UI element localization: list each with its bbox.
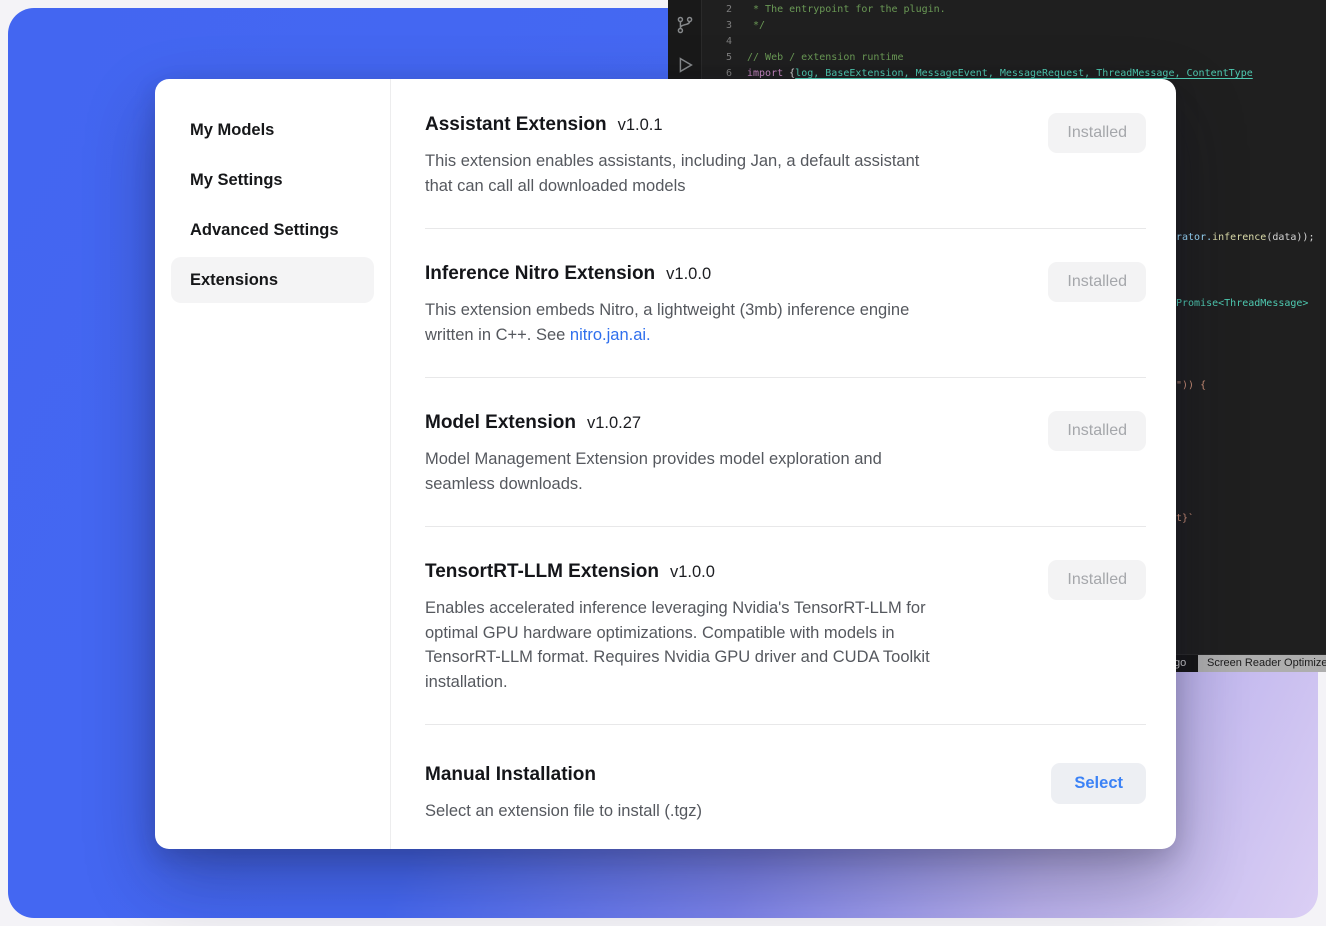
code-fragment: Promise<ThreadMessage> [1176, 296, 1308, 312]
extension-version: v1.0.0 [666, 260, 711, 288]
line-number: 4 [702, 34, 732, 50]
code-line: 2 * The entrypoint for the plugin. [702, 2, 1326, 18]
extensions-list: Assistant Extension v1.0.1 This extension… [391, 79, 1176, 849]
extension-title: Assistant Extension v1.0.1 [425, 111, 919, 139]
extension-description: Select an extension file to install (.tg… [425, 799, 702, 824]
code-fragment: ")) { [1176, 378, 1206, 394]
extension-section-assistant: Assistant Extension v1.0.1 This extension… [425, 79, 1146, 229]
extension-description: This extension enables assistants, inclu… [425, 149, 919, 198]
code-line: 5 // Web / extension runtime [702, 50, 1326, 66]
code-area: 2 * The entrypoint for the plugin. 3 */ … [702, 2, 1326, 82]
settings-modal: My Models My Settings Advanced Settings … [155, 79, 1176, 849]
extension-name: Inference Nitro Extension [425, 260, 655, 288]
extension-name: Assistant Extension [425, 111, 607, 139]
installed-button[interactable]: Installed [1048, 113, 1146, 153]
extension-title: Manual Installation [425, 761, 702, 789]
run-debug-icon[interactable] [674, 54, 696, 76]
nitro-jan-ai-link[interactable]: nitro.jan.ai. [570, 326, 651, 344]
installed-button[interactable]: Installed [1048, 411, 1146, 451]
extension-description: Enables accelerated inference leveraging… [425, 596, 930, 694]
code-text: */ [747, 18, 765, 34]
extension-title: Model Extension v1.0.27 [425, 409, 882, 437]
sidebar-item-extensions[interactable]: Extensions [171, 257, 374, 303]
select-button[interactable]: Select [1051, 763, 1146, 804]
code-fragment: t}` [1176, 511, 1194, 527]
line-number: 2 [702, 2, 732, 18]
code-text: rator. [1176, 232, 1212, 243]
source-control-icon[interactable] [674, 14, 696, 36]
extension-section-tensorrt-llm: TensortRT-LLM Extension v1.0.0 Enables ac… [425, 527, 1146, 725]
sidebar-item-my-settings[interactable]: My Settings [171, 157, 374, 203]
code-line: 3 */ [702, 18, 1326, 34]
code-text: // Web / extension runtime [747, 50, 904, 66]
extension-version: v1.0.1 [618, 111, 663, 139]
extension-title: Inference Nitro Extension v1.0.0 [425, 260, 909, 288]
line-number: 5 [702, 50, 732, 66]
code-text: inference [1212, 232, 1266, 243]
extension-description: Model Management Extension provides mode… [425, 447, 882, 496]
extension-name: Model Extension [425, 409, 576, 437]
sidebar-item-my-models[interactable]: My Models [171, 107, 374, 153]
code-fragment: rator.inference(data)); [1176, 230, 1314, 246]
extension-version: v1.0.0 [670, 558, 715, 586]
extension-name: Manual Installation [425, 761, 596, 789]
installed-button[interactable]: Installed [1048, 560, 1146, 600]
extension-section-model: Model Extension v1.0.27 Model Management … [425, 378, 1146, 527]
extension-section-inference-nitro: Inference Nitro Extension v1.0.0 This ext… [425, 229, 1146, 378]
extension-version: v1.0.27 [587, 409, 641, 437]
screen-reader-badge: Screen Reader Optimized [1198, 655, 1326, 672]
extension-name: TensortRT-LLM Extension [425, 558, 659, 586]
description-text: This extension embeds Nitro, a lightweig… [425, 301, 909, 344]
code-line: 4 [702, 34, 1326, 50]
line-number: 3 [702, 18, 732, 34]
extension-title: TensortRT-LLM Extension v1.0.0 [425, 558, 930, 586]
settings-sidebar: My Models My Settings Advanced Settings … [155, 79, 391, 849]
sidebar-item-advanced-settings[interactable]: Advanced Settings [171, 207, 374, 253]
code-text: * The entrypoint for the plugin. [747, 2, 946, 18]
desktop-background: 2 * The entrypoint for the plugin. 3 */ … [0, 0, 1326, 926]
code-text: (data)); [1266, 232, 1314, 243]
installed-button[interactable]: Installed [1048, 262, 1146, 302]
manual-installation-section: Manual Installation Select an extension … [425, 725, 1146, 849]
extension-description: This extension embeds Nitro, a lightweig… [425, 298, 909, 347]
